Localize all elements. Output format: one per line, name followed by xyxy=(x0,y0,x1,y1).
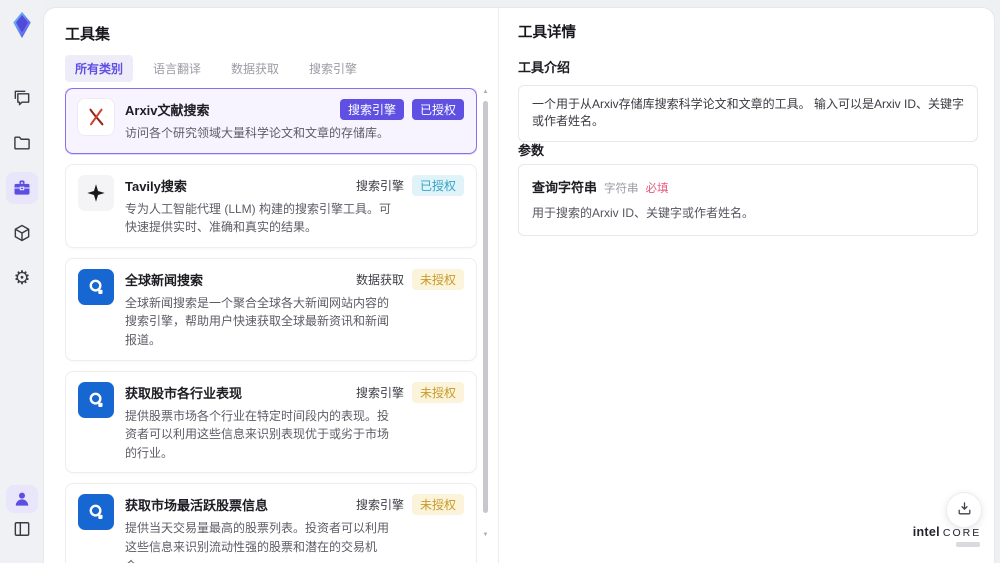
sidebar-bottom xyxy=(6,485,38,543)
tool-auth-badge: 已授权 xyxy=(411,99,464,120)
sidebar-nav: ⚙ xyxy=(6,82,38,294)
sidebar-item-settings[interactable]: ⚙ xyxy=(6,262,38,294)
param-name: 查询字符串 xyxy=(532,180,598,195)
tool-auth-badge: 已授权 xyxy=(411,174,464,196)
page-title: 工具集 xyxy=(65,26,111,43)
tool-category-label: 数据获取 xyxy=(355,272,404,287)
brand-core-text: CORE xyxy=(942,527,982,539)
brand-intel-text: intel xyxy=(912,525,940,539)
cube-icon xyxy=(12,223,32,243)
app-logo-icon[interactable] xyxy=(6,9,38,41)
user-icon xyxy=(12,489,32,509)
tool-card[interactable]: 获取市场最活跃股票信息 提供当天交易量最高的股票列表。投资者可以利用这些信息来识… xyxy=(65,483,477,563)
tool-auth-badge: 未授权 xyxy=(411,268,464,290)
tool-description: 提供股票市场各个行业在特定时间段内的表现。投资者可以利用这些信息来识别表现优于或… xyxy=(125,408,390,460)
sidebar-item-panel[interactable] xyxy=(6,515,38,543)
param-box: 查询字符串 字符串 必填 用于搜索的Arxiv ID、关键字或作者姓名。 xyxy=(518,164,978,236)
category-tabs: 所有类别 语言翻译 数据获取 搜索引擎 xyxy=(65,55,367,82)
tool-auth-badge: 未授权 xyxy=(411,494,464,516)
tool-meta: 搜索引擎 已授权 xyxy=(339,99,464,120)
folder-icon xyxy=(12,133,32,153)
panel-icon xyxy=(12,519,32,539)
stock-sector-icon xyxy=(78,381,114,418)
sidebar-item-folder[interactable] xyxy=(6,127,38,159)
detail-title: 工具详情 xyxy=(518,25,576,41)
tool-meta: 搜索引擎 未授权 xyxy=(355,494,464,516)
tool-card[interactable]: 全球新闻搜索 全球新闻搜索是一个聚合全球各大新闻网站内容的搜索引擎，帮助用户快速… xyxy=(65,257,477,361)
scrollbar-thumb[interactable] xyxy=(483,101,488,513)
toolbox-icon xyxy=(12,178,32,198)
tool-card[interactable]: Arxiv文献搜索 访问各个研究领域大量科学论文和文章的存储库。 搜索引擎 已授… xyxy=(65,88,477,154)
param-required-badge: 必填 xyxy=(645,183,669,195)
scroll-down-icon[interactable]: ▼ xyxy=(481,531,490,539)
sidebar: ⚙ xyxy=(0,0,44,563)
tool-description: 访问各个研究领域大量科学论文和文章的存储库。 xyxy=(125,126,390,140)
settings-icon: ⚙ xyxy=(13,267,31,289)
tool-card[interactable]: Tavily搜索 专为人工智能代理 (LLM) 构建的搜索引擎工具。可快速提供实… xyxy=(65,163,477,248)
download-button[interactable] xyxy=(946,492,982,528)
tool-meta: 数据获取 未授权 xyxy=(355,268,464,290)
intel-core-logo: intel CORE xyxy=(908,525,986,547)
global-news-icon xyxy=(78,268,114,305)
tab-0[interactable]: 所有类别 xyxy=(65,55,134,82)
tool-meta: 搜索引擎 未授权 xyxy=(355,381,464,403)
intro-box: 一个用于从Arxiv存储库搜索科学论文和文章的工具。 输入可以是Arxiv ID… xyxy=(518,85,978,142)
tool-description: 全球新闻搜索是一个聚合全球各大新闻网站内容的搜索引擎，帮助用户快速获取全球最新资… xyxy=(125,295,390,347)
sidebar-item-user[interactable] xyxy=(6,485,38,513)
tool-category-label: 搜索引擎 xyxy=(355,498,404,513)
sidebar-item-cube[interactable] xyxy=(6,217,38,249)
tool-meta: 搜索引擎 已授权 xyxy=(355,174,464,196)
tool-category-label: 搜索引擎 xyxy=(355,385,404,400)
tab-2[interactable]: 数据获取 xyxy=(221,55,289,82)
param-header-row: 查询字符串 字符串 必填 xyxy=(532,177,964,196)
sidebar-item-chat[interactable] xyxy=(6,82,38,114)
scrollbar[interactable]: ▲ ▼ xyxy=(481,88,490,557)
panel-divider xyxy=(498,8,499,563)
tool-auth-badge: 未授权 xyxy=(411,381,464,403)
content-panel: 工具集 所有类别 语言翻译 数据获取 搜索引擎 Arxiv文献搜索 访问各个研究领域大… xyxy=(44,8,994,563)
chat-icon xyxy=(12,88,32,108)
tool-description: 专为人工智能代理 (LLM) 构建的搜索引擎工具。可快速提供实时、准确和真实的结… xyxy=(125,201,392,235)
param-type: 字符串 xyxy=(604,183,639,195)
param-description: 用于搜索的Arxiv ID、关键字或作者姓名。 xyxy=(532,206,755,220)
arxiv-icon xyxy=(78,99,114,135)
tool-description: 提供当天交易量最高的股票列表。投资者可以利用这些信息来识别流动性强的股票和潜在的… xyxy=(125,521,390,563)
tool-category-label: 搜索引擎 xyxy=(339,99,404,120)
active-stocks-icon xyxy=(78,494,114,531)
intro-text: 一个用于从Arxiv存储库搜索科学论文和文章的工具。 输入可以是Arxiv ID… xyxy=(532,97,965,129)
params-heading: 参数 xyxy=(518,143,545,158)
tab-1[interactable]: 语言翻译 xyxy=(143,55,211,82)
intro-heading: 工具介绍 xyxy=(518,60,571,75)
sidebar-item-toolbox[interactable] xyxy=(6,172,38,204)
scroll-up-icon[interactable]: ▲ xyxy=(481,88,490,96)
tavily-icon xyxy=(78,174,114,211)
tool-card[interactable]: 获取股市各行业表现 提供股票市场各个行业在特定时间段内的表现。投资者可以利用这些… xyxy=(65,370,477,474)
download-icon xyxy=(956,500,973,520)
tool-category-label: 搜索引擎 xyxy=(355,178,404,193)
tool-list: Arxiv文献搜索 访问各个研究领域大量科学论文和文章的存储库。 搜索引擎 已授… xyxy=(65,88,477,563)
tab-3[interactable]: 搜索引擎 xyxy=(299,55,367,82)
brand-decor-bar xyxy=(956,542,980,547)
